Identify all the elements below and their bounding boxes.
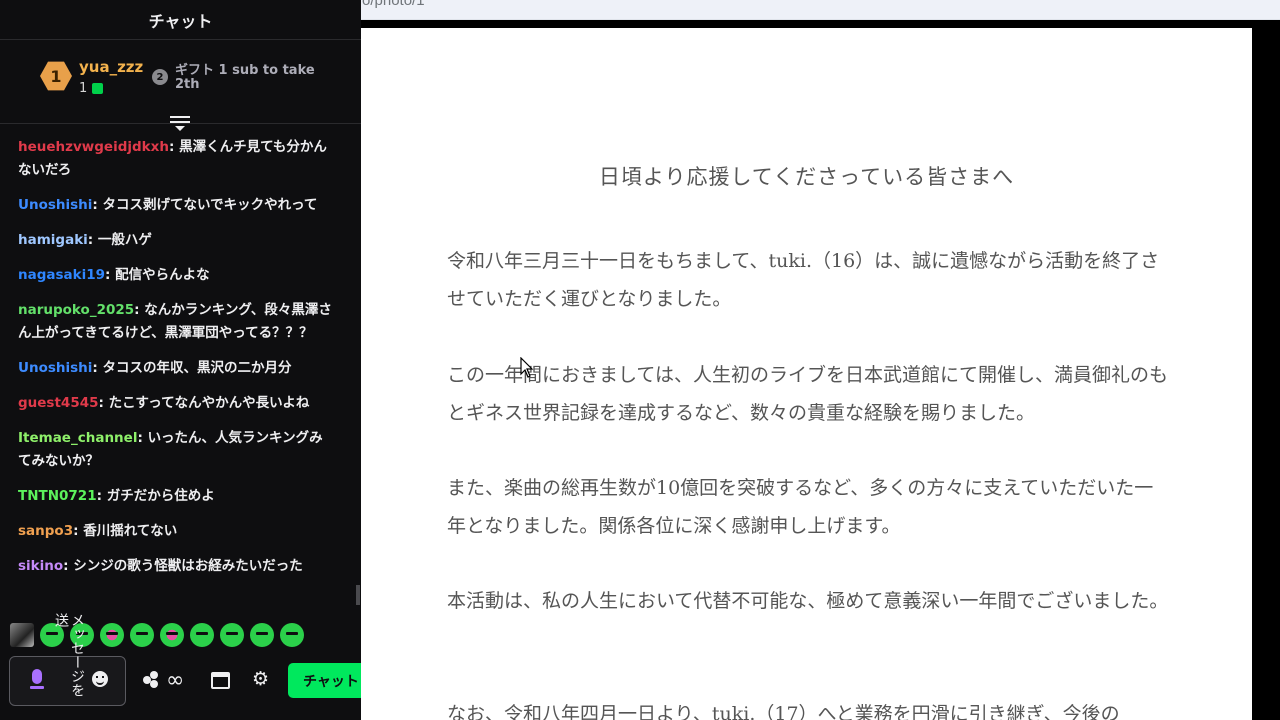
paragraph-1: 令和八年三月三十一日をもちまして、tuki.（16）は、誠に遺憾ながら活動を終了… bbox=[447, 250, 1160, 310]
chat-header: チャット bbox=[0, 0, 361, 40]
paragraph-3: また、楽曲の総再生数が10億回を突破するなど、多くの方々に支えていただいた一年と… bbox=[447, 477, 1154, 537]
gift-icon bbox=[92, 83, 104, 94]
chat-message-text: シンジの歌う怪獣はお経みたいだった bbox=[73, 558, 303, 574]
emote-icon[interactable] bbox=[190, 623, 214, 647]
paragraph-2: この一年間におきましては、人生初のライブを日本武道館にて開催し、満員御礼のもとギ… bbox=[447, 364, 1169, 424]
username-separator: : bbox=[98, 395, 109, 411]
chat-username[interactable]: nagasaki19 bbox=[18, 267, 105, 283]
chat-username[interactable]: Itemae_channel bbox=[18, 430, 137, 446]
gift-count: 1 bbox=[79, 81, 88, 96]
emote-icon[interactable] bbox=[100, 623, 124, 647]
announcement-document: 日頃より応援してくださっている皆さまへ 令和八年三月三十一日をもちまして、tuk… bbox=[361, 28, 1252, 720]
rank-1-badge: 1 bbox=[40, 61, 72, 91]
chat-username[interactable]: heuehzvwgeidjdkxh bbox=[18, 139, 169, 155]
chat-message: sanpo3: 香川揺れてない bbox=[18, 520, 336, 543]
chat-message: heuehzvwgeidjdkxh: 黒澤くんチ見ても分かんないだろ bbox=[18, 136, 336, 182]
chat-messages: heuehzvwgeidjdkxh: 黒澤くんチ見ても分かんないだろ Unoshi… bbox=[0, 136, 346, 606]
chat-input[interactable]: メッセージを送 bbox=[9, 613, 126, 706]
store-icon[interactable] bbox=[211, 672, 230, 689]
collapse-leaderboard-icon[interactable] bbox=[170, 116, 190, 132]
emote-icon[interactable] bbox=[130, 623, 154, 647]
leaderboard-gift-prompt[interactable]: ギフト 1 sub to take 2th bbox=[175, 64, 325, 92]
chat-username[interactable]: hamigaki bbox=[18, 232, 88, 248]
browser-window: ro/photo/1 日頃より応援してくださっている皆さまへ 令和八年三月三十一… bbox=[361, 0, 1280, 720]
chat-input-placeholder: メッセージを送 bbox=[53, 613, 85, 697]
chat-message-text: 配信やらんよな bbox=[115, 267, 210, 283]
paragraph-4: 本活動は、私の人生において代替不可能な、極めて意義深い一年間でございました。 bbox=[447, 590, 1169, 612]
chat-message: narupoko_2025: なんかランキング、段々黒澤さん上がってきてるけど、… bbox=[18, 299, 336, 345]
username-separator: : bbox=[73, 523, 84, 539]
emote-icon[interactable] bbox=[220, 623, 244, 647]
username-separator: : bbox=[134, 302, 145, 318]
leaderboard-count-1: 1 bbox=[79, 81, 104, 96]
url-text: ro/photo/1 bbox=[361, 0, 425, 9]
username-separator: : bbox=[96, 488, 107, 504]
emote-icon[interactable] bbox=[10, 623, 34, 647]
chat-message: TNTN0721: ガチだから住めよ bbox=[18, 485, 336, 508]
username-separator: : bbox=[168, 139, 180, 155]
chat-username[interactable]: Unoshishi bbox=[18, 360, 92, 376]
chat-message-text: たこすってなんやかんや長いよね bbox=[108, 395, 310, 411]
microphone-icon[interactable] bbox=[30, 669, 44, 691]
rank-2-badge: 2 bbox=[152, 69, 168, 85]
chat-message: sikino: シンジの歌う怪獣はお経みたいだった bbox=[18, 555, 336, 578]
emote-icon[interactable] bbox=[250, 623, 274, 647]
right-margin bbox=[1252, 28, 1280, 720]
chat-message-text: ガチだから住めよ bbox=[106, 488, 215, 504]
bits-icon[interactable] bbox=[143, 671, 161, 689]
infinity-icon[interactable]: ∞ bbox=[166, 668, 184, 693]
username-separator: : bbox=[63, 558, 74, 574]
leaderboard-user-1[interactable]: yua_zzz bbox=[79, 58, 143, 76]
username-separator: : bbox=[87, 232, 98, 248]
emoji-icon[interactable] bbox=[92, 671, 108, 687]
username-separator: : bbox=[137, 430, 148, 446]
address-bar[interactable]: ro/photo/1 bbox=[361, 0, 1280, 20]
chat-message: Unoshishi: タコス剥げてないでキックやれって bbox=[18, 194, 336, 217]
chat-message: Itemae_channel: いったん、人気ランキングみてみないか？ bbox=[18, 427, 336, 473]
username-separator: : bbox=[92, 197, 103, 213]
paragraph-5: なお、令和八年四月一日より、tuki.（17）へと業務を円滑に引き継ぎ、今後の bbox=[447, 703, 1120, 720]
chat-username[interactable]: TNTN0721 bbox=[18, 488, 97, 504]
document-title: 日頃より応援してくださっている皆さまへ bbox=[598, 165, 1015, 189]
chat-panel: チャット 1 yua_zzz 1 2 ギフト 1 sub to take 2th… bbox=[0, 0, 361, 720]
chat-username[interactable]: guest4545 bbox=[18, 395, 99, 411]
chat-message-text: タコス剥げてないでキックやれって bbox=[102, 197, 318, 213]
chat-message: nagasaki19: 配信やらんよな bbox=[18, 264, 336, 287]
username-separator: : bbox=[92, 360, 103, 376]
chat-message: Unoshishi: タコスの年収、黒沢の二か月分 bbox=[18, 357, 336, 380]
username-separator: : bbox=[105, 267, 116, 283]
chat-username[interactable]: sikino bbox=[18, 558, 63, 574]
chat-send-button[interactable]: チャット bbox=[288, 663, 361, 698]
chat-username[interactable]: sanpo3 bbox=[18, 523, 73, 539]
chat-message: guest4545: たこすってなんやかんや長いよね bbox=[18, 392, 336, 415]
chat-message-text: 一般ハゲ bbox=[97, 232, 152, 248]
emote-icon[interactable] bbox=[160, 623, 184, 647]
chat-username[interactable]: Unoshishi bbox=[18, 197, 92, 213]
mouse-cursor-icon bbox=[520, 357, 534, 378]
chat-scrollbar[interactable] bbox=[356, 585, 360, 605]
gear-icon[interactable]: ⚙ bbox=[252, 668, 269, 690]
gift-leaderboard: 1 yua_zzz 1 2 ギフト 1 sub to take 2th bbox=[0, 40, 361, 124]
chat-message: hamigaki: 一般ハゲ bbox=[18, 229, 336, 252]
chat-username[interactable]: narupoko_2025 bbox=[18, 302, 134, 318]
chat-message-text: タコスの年収、黒沢の二か月分 bbox=[102, 360, 292, 376]
emote-icon[interactable] bbox=[280, 623, 304, 647]
chat-message-text: 香川揺れてない bbox=[83, 523, 178, 539]
